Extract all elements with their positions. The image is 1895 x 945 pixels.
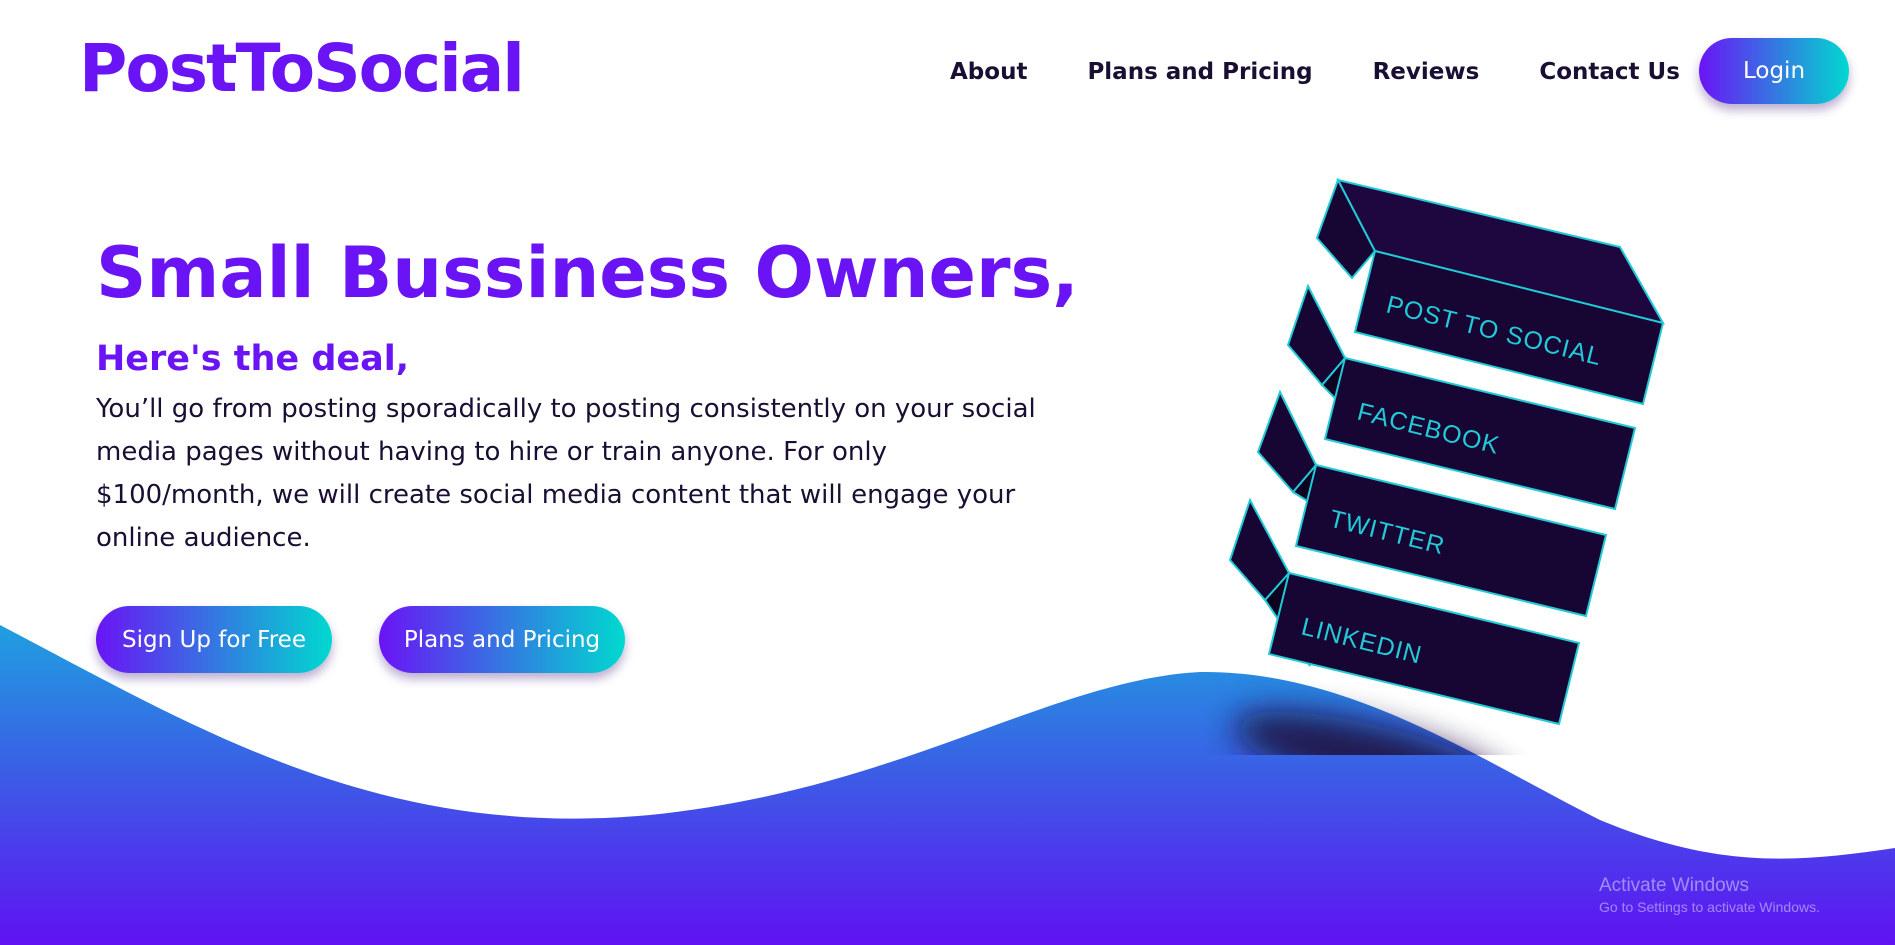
nav-link-reviews[interactable]: Reviews [1373, 59, 1480, 85]
sign-up-free-button[interactable]: Sign Up for Free [96, 606, 332, 673]
watermark-title: Activate Windows [1599, 875, 1749, 896]
hero-body-text: You’ll go from posting sporadically to p… [96, 394, 1036, 553]
activate-windows-watermark: Activate Windows Go to Settings to activ… [1599, 875, 1820, 915]
brand-logo[interactable]: PostToSocial [79, 30, 525, 107]
hero-title: Small Bussiness Owners, [96, 232, 1079, 314]
social-stack-illustration: LINKEDIN TWITTER FACEBOOK POST TO SOCIAL [1228, 177, 1666, 755]
login-button[interactable]: Login [1699, 38, 1849, 104]
main-nav: About Plans and Pricing Reviews Contact … [950, 38, 1740, 106]
hero-subtitle: Here's the deal, [96, 339, 410, 379]
nav-link-plans-pricing[interactable]: Plans and Pricing [1087, 59, 1312, 85]
plans-pricing-button[interactable]: Plans and Pricing [379, 606, 625, 673]
watermark-subtitle: Go to Settings to activate Windows. [1599, 899, 1820, 915]
nav-link-about[interactable]: About [950, 59, 1027, 85]
nav-link-contact-us[interactable]: Contact Us [1539, 59, 1680, 85]
